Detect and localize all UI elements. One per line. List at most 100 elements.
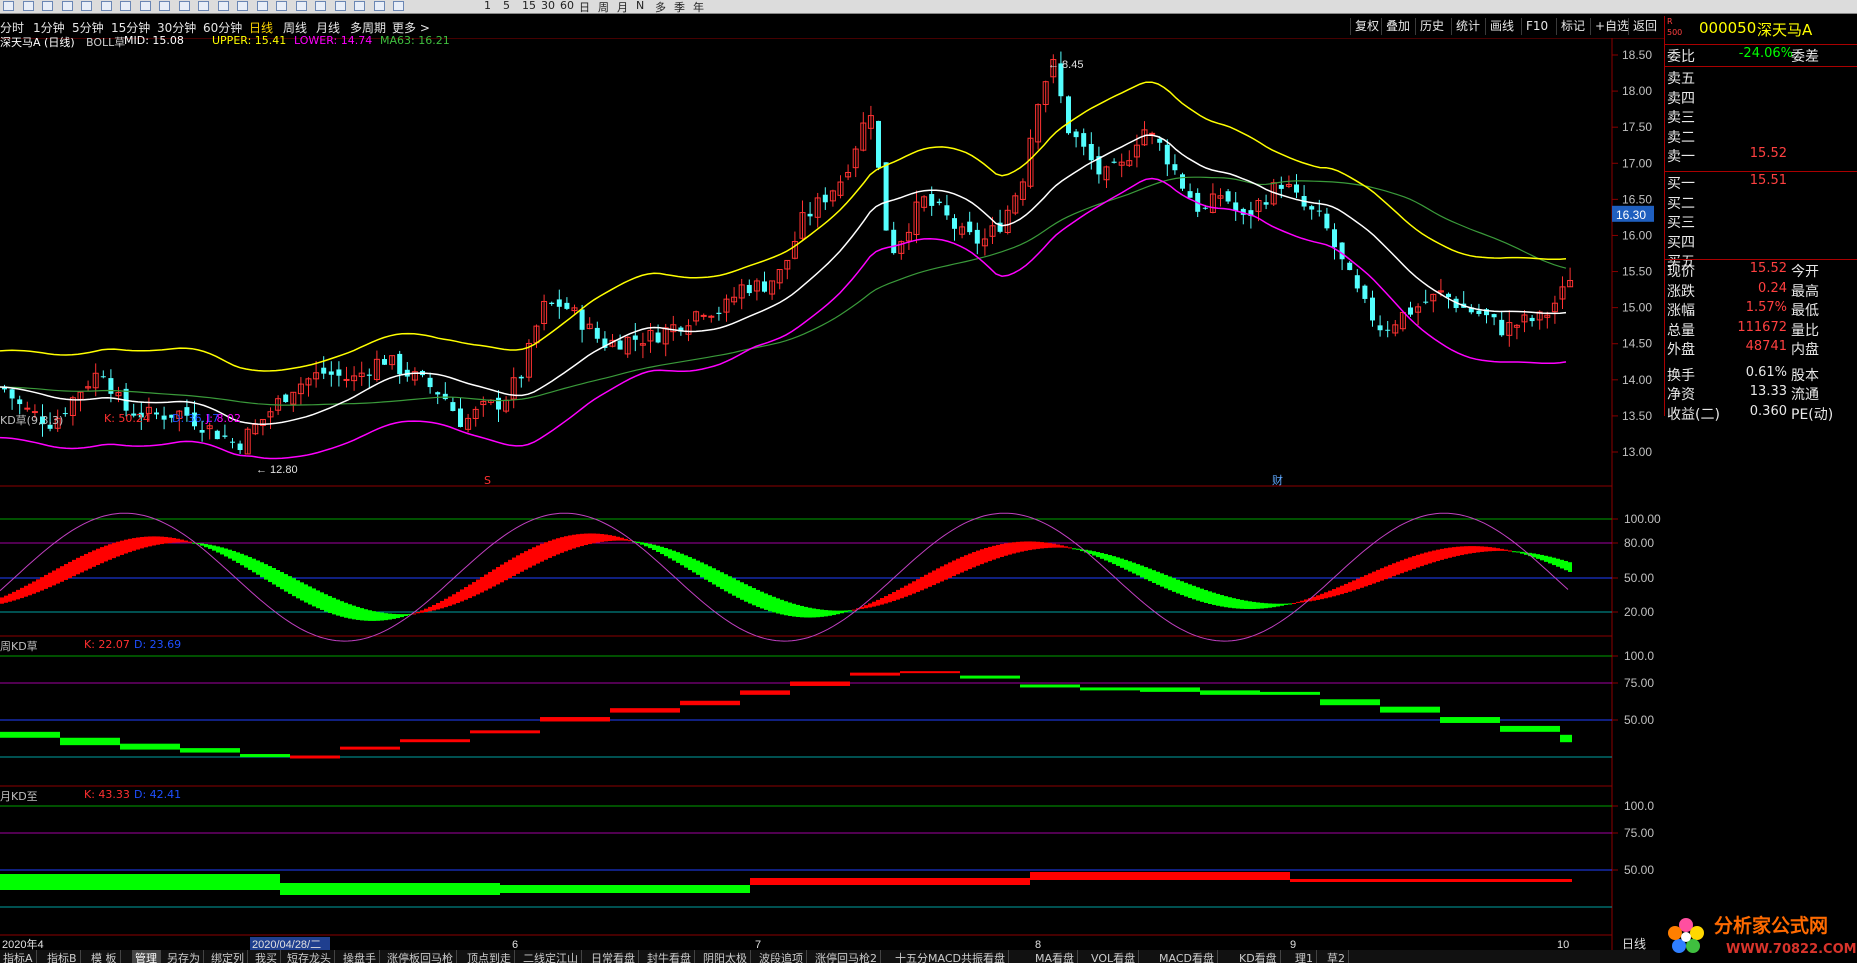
grid4-icon[interactable] bbox=[198, 1, 209, 11]
cycle-icon[interactable] bbox=[276, 1, 287, 11]
bottom-tab-15[interactable]: 波段追项 bbox=[756, 950, 807, 963]
kd-ribbon-segment bbox=[1212, 592, 1216, 605]
toolbar-period-11[interactable]: 年 bbox=[693, 0, 704, 15]
bottom-tab-19[interactable]: VOL看盘 bbox=[1088, 950, 1140, 963]
kd-panel-tick-label: 50.00 bbox=[1624, 571, 1654, 585]
toolbar-period-4[interactable]: 60 bbox=[560, 0, 574, 12]
kd-ribbon-segment bbox=[204, 544, 208, 548]
toolbar-period-9[interactable]: 多 bbox=[655, 0, 666, 15]
kd-ribbon-segment bbox=[224, 548, 228, 557]
kd-ribbon-segment bbox=[1460, 546, 1464, 556]
header-button-3[interactable]: 统计 bbox=[1451, 18, 1484, 35]
toolbar-period-7[interactable]: 月 bbox=[617, 0, 628, 15]
week-kd-ribbon-segment bbox=[1440, 717, 1500, 723]
kd-ribbon-segment bbox=[12, 591, 16, 601]
kd-ribbon-segment bbox=[1388, 564, 1392, 578]
header-button-1[interactable]: 叠加 bbox=[1381, 18, 1414, 35]
zoom-out-icon[interactable] bbox=[61, 1, 73, 11]
candle-body-down bbox=[442, 393, 448, 400]
stat-value: 111672 bbox=[1737, 319, 1787, 335]
back-icon[interactable] bbox=[22, 1, 34, 11]
week-kd-ribbon-segment bbox=[850, 672, 900, 676]
toolbar-period-10[interactable]: 季 bbox=[674, 0, 685, 15]
doc-icon[interactable] bbox=[217, 1, 229, 11]
bottom-tab-21[interactable]: KD看盘 bbox=[1236, 950, 1281, 963]
bottom-tab-0[interactable]: 指标A bbox=[0, 950, 37, 963]
kline-icon[interactable] bbox=[295, 1, 307, 11]
header-button-2[interactable]: 历史 bbox=[1415, 18, 1448, 35]
candle-icon[interactable] bbox=[120, 1, 131, 11]
kd-ribbon-segment bbox=[1368, 573, 1372, 586]
bottom-tab-14[interactable]: 阴阳太极 bbox=[700, 950, 751, 963]
toolbar-period-3[interactable]: 30 bbox=[541, 0, 555, 12]
list-icon[interactable] bbox=[373, 1, 385, 11]
kd-ribbon-segment bbox=[1120, 558, 1124, 568]
grid2-icon[interactable] bbox=[159, 1, 170, 11]
rsi-icon[interactable] bbox=[315, 1, 326, 11]
screen-icon[interactable] bbox=[256, 1, 268, 11]
bottom-tab-4[interactable]: 另存为 bbox=[164, 950, 204, 963]
tools-icon[interactable] bbox=[393, 1, 404, 11]
header-button-5[interactable]: F10 bbox=[1521, 18, 1552, 35]
bottom-tab-1[interactable]: 指标B bbox=[44, 950, 81, 963]
pen-icon[interactable] bbox=[354, 1, 365, 11]
buy-row-1: 买二 bbox=[1667, 193, 1857, 212]
bottom-tab-3[interactable]: 管理 bbox=[132, 950, 161, 963]
header-button-4[interactable]: 画线 bbox=[1485, 18, 1518, 35]
kd-ribbon-segment bbox=[1144, 567, 1148, 580]
candle-body-down bbox=[974, 229, 980, 244]
bottom-tab-7[interactable]: 短存龙头 bbox=[284, 950, 335, 963]
crosshair-icon[interactable] bbox=[334, 1, 346, 11]
kd-ribbon-segment bbox=[52, 570, 56, 586]
bottom-tab-2[interactable]: 模 板 bbox=[88, 950, 121, 963]
bottom-tab-6[interactable]: 我买 bbox=[252, 950, 281, 963]
candle-body-down bbox=[366, 374, 372, 376]
grid3-icon[interactable] bbox=[178, 1, 190, 11]
bottom-tab-13[interactable]: 封牛看盘 bbox=[644, 950, 695, 963]
bar-chart-icon[interactable] bbox=[100, 1, 112, 11]
kd-ribbon-segment bbox=[696, 560, 700, 575]
header-button-8[interactable]: 返回 bbox=[1628, 18, 1661, 35]
bottom-tab-22[interactable]: 理1 bbox=[1292, 950, 1317, 963]
bottom-tab-17[interactable]: 十五分MACD共振看盘 bbox=[892, 950, 1009, 963]
zoom-in-icon[interactable] bbox=[42, 1, 53, 11]
bottom-tab-11[interactable]: 二线定江山 bbox=[520, 950, 582, 963]
bottom-tab-18[interactable]: MA看盘 bbox=[1032, 950, 1079, 963]
bottom-tab-10[interactable]: 顶点到走 bbox=[464, 950, 515, 963]
kd-ribbon-segment bbox=[600, 534, 604, 542]
toolbar-period-5[interactable]: 日 bbox=[579, 0, 590, 15]
chart-area[interactable]: 18.50 18.00 17.50 17.00 16.50 16.00 15.50 15.00… bbox=[0, 38, 1664, 950]
bottom-tab-9[interactable]: 涨停板回马枪 bbox=[384, 950, 457, 963]
bottom-tab-8[interactable]: 操盘手 bbox=[340, 950, 380, 963]
buy-row-0: 买一 15.51 bbox=[1667, 173, 1857, 192]
header-button-6[interactable]: 标记 bbox=[1556, 18, 1589, 35]
kd-ribbon-segment bbox=[212, 545, 216, 551]
line-icon[interactable] bbox=[81, 1, 92, 11]
toolbar-period-0[interactable]: 1 bbox=[484, 0, 491, 12]
header-button-0[interactable]: 复权 bbox=[1350, 18, 1383, 35]
doc2-icon[interactable] bbox=[237, 1, 248, 11]
kd-ribbon-segment bbox=[616, 536, 620, 541]
candle-body-down bbox=[1164, 144, 1170, 165]
bottom-tab-5[interactable]: 绑定列 bbox=[208, 950, 248, 963]
kd-ribbon-segment bbox=[508, 559, 512, 579]
sell-row-4: 卖一 15.52 bbox=[1667, 146, 1857, 165]
grid-icon[interactable] bbox=[139, 1, 151, 11]
bottom-tab-16[interactable]: 涨停回马枪2 bbox=[812, 950, 881, 963]
candle-body-up bbox=[700, 314, 707, 317]
kd-ribbon-segment bbox=[1052, 543, 1056, 548]
kd-ribbon-segment bbox=[1300, 600, 1304, 603]
arrow-icon[interactable] bbox=[3, 1, 14, 11]
toolbar-period-8[interactable]: N bbox=[636, 0, 644, 12]
toolbar-period-1[interactable]: 5 bbox=[503, 0, 510, 12]
bottom-tab-20[interactable]: MACD看盘 bbox=[1156, 950, 1218, 963]
bottom-tab-12[interactable]: 日常看盘 bbox=[588, 950, 639, 963]
kd-ribbon-segment bbox=[880, 598, 884, 605]
kd-ribbon-segment bbox=[768, 595, 772, 612]
toolbar-period-2[interactable]: 15 bbox=[522, 0, 536, 12]
toolbar-period-6[interactable]: 周 bbox=[598, 0, 609, 15]
kd-ribbon-segment bbox=[1272, 603, 1276, 608]
bottom-tab-23[interactable]: 草2 bbox=[1324, 950, 1349, 963]
header-button-7[interactable]: +自选 bbox=[1590, 18, 1633, 35]
stat-label2: 最高 bbox=[1791, 283, 1819, 300]
